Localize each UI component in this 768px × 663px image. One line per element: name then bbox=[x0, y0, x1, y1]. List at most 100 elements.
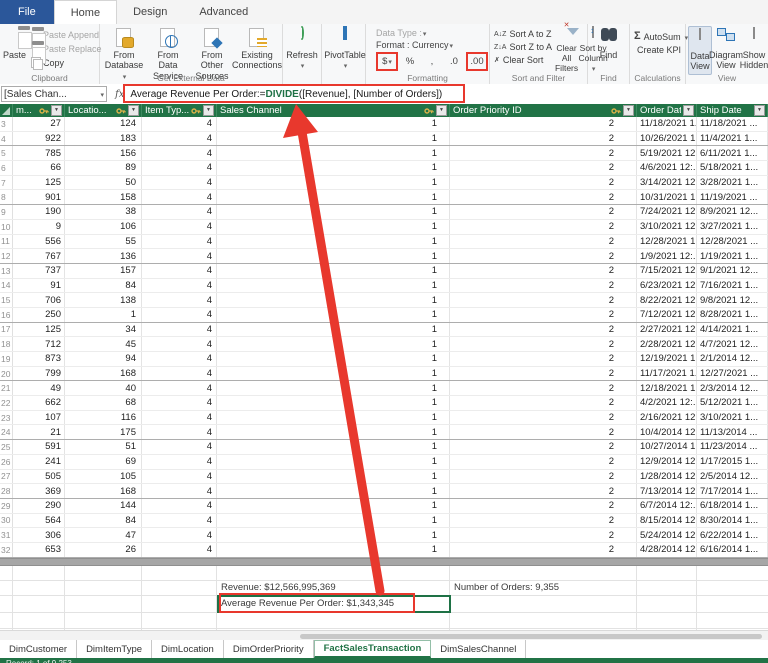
cell[interactable]: 1 bbox=[217, 528, 450, 542]
cell[interactable]: 4 bbox=[142, 528, 217, 542]
cell[interactable]: 1 bbox=[217, 396, 450, 410]
filter-dropdown-icon[interactable]: ▼ bbox=[623, 105, 634, 116]
cell[interactable]: 2 bbox=[450, 352, 637, 366]
cell[interactable]: 2 bbox=[450, 308, 637, 322]
cell[interactable]: 306 bbox=[13, 528, 65, 542]
button-clear-sort[interactable]: ✗Clear Sort bbox=[492, 54, 554, 66]
cell[interactable]: 1 bbox=[217, 146, 450, 160]
cell[interactable]: 1 bbox=[217, 308, 450, 322]
thousands-separator-button[interactable]: , bbox=[422, 53, 442, 70]
row-number[interactable]: 25 bbox=[0, 440, 13, 454]
cell[interactable]: 2/1/2014 12... bbox=[697, 352, 768, 366]
cell[interactable]: 4 bbox=[142, 176, 217, 190]
cell[interactable]: 4/2/2021 12:... bbox=[637, 396, 697, 410]
cell[interactable]: 1 bbox=[217, 190, 450, 204]
cell[interactable]: 7/17/2014 1... bbox=[697, 484, 768, 498]
cell[interactable]: 2 bbox=[450, 411, 637, 425]
cell[interactable]: 1 bbox=[217, 293, 450, 307]
cell[interactable]: 2 bbox=[450, 176, 637, 190]
cell[interactable]: 1 bbox=[217, 337, 450, 351]
cell[interactable]: 1/17/2015 1... bbox=[697, 455, 768, 469]
name-box-caret-icon[interactable] bbox=[99, 89, 104, 100]
row-number[interactable]: 28 bbox=[0, 484, 13, 498]
cell[interactable]: 4/7/2021 12... bbox=[697, 337, 768, 351]
cell[interactable]: 8/9/2021 12... bbox=[697, 205, 768, 219]
cell[interactable]: 51 bbox=[65, 440, 142, 454]
cell[interactable]: 4 bbox=[142, 381, 217, 395]
cell[interactable]: 1 bbox=[217, 440, 450, 454]
row-number[interactable]: 11 bbox=[0, 235, 13, 249]
cell[interactable]: 2 bbox=[450, 249, 637, 263]
cell[interactable]: 69 bbox=[65, 455, 142, 469]
cell[interactable]: 12/9/2014 12... bbox=[637, 455, 697, 469]
cell[interactable]: 5/12/2021 1... bbox=[697, 396, 768, 410]
name-box[interactable]: [Sales Chan... bbox=[1, 86, 107, 102]
cell[interactable]: 2 bbox=[450, 220, 637, 234]
cell[interactable]: 4 bbox=[142, 411, 217, 425]
cell[interactable]: 40 bbox=[65, 381, 142, 395]
cell[interactable]: 125 bbox=[13, 323, 65, 337]
cell[interactable]: 175 bbox=[65, 425, 142, 439]
row-number[interactable]: 32 bbox=[0, 543, 13, 557]
cell[interactable]: 6/18/2014 1... bbox=[697, 499, 768, 513]
cell[interactable]: 2 bbox=[450, 455, 637, 469]
cell[interactable]: 785 bbox=[13, 146, 65, 160]
column-header-locatio[interactable]: Locatio...▼ bbox=[65, 104, 142, 117]
paste-button[interactable]: Paste bbox=[2, 26, 27, 62]
cell[interactable]: 27 bbox=[13, 117, 65, 131]
row-number[interactable]: 8 bbox=[0, 190, 13, 204]
cell[interactable]: 2 bbox=[450, 381, 637, 395]
filter-dropdown-icon[interactable]: ▼ bbox=[203, 105, 214, 116]
cell[interactable]: 10/4/2014 12... bbox=[637, 425, 697, 439]
cell[interactable]: 1 bbox=[217, 117, 450, 131]
cell[interactable]: 5/18/2021 1... bbox=[697, 161, 768, 175]
cell[interactable]: 1 bbox=[217, 132, 450, 146]
cell[interactable]: 11/13/2014 ... bbox=[697, 425, 768, 439]
cell[interactable]: 1 bbox=[217, 249, 450, 263]
cell[interactable]: 12/28/2021 1... bbox=[637, 235, 697, 249]
cell[interactable]: 4/28/2014 12... bbox=[637, 543, 697, 557]
cell[interactable]: 4 bbox=[142, 235, 217, 249]
column-header-m[interactable]: m...▼ bbox=[13, 104, 65, 117]
row-number[interactable]: 10 bbox=[0, 220, 13, 234]
cell[interactable]: 2 bbox=[450, 499, 637, 513]
cell[interactable]: 6/16/2014 1... bbox=[697, 543, 768, 557]
row-number[interactable]: 18 bbox=[0, 337, 13, 351]
sheet-tab-dimsaleschannel[interactable]: DimSalesChannel bbox=[431, 640, 526, 658]
cell[interactable]: 6/7/2014 12:... bbox=[637, 499, 697, 513]
cell[interactable]: 8/22/2021 12... bbox=[637, 293, 697, 307]
sheet-tab-factsalestransaction[interactable]: FactSalesTransaction bbox=[314, 640, 432, 658]
row-number[interactable]: 26 bbox=[0, 455, 13, 469]
cell[interactable]: 91 bbox=[13, 279, 65, 293]
cell[interactable]: 2 bbox=[450, 543, 637, 557]
cell[interactable]: 3/27/2021 1... bbox=[697, 220, 768, 234]
cell[interactable]: 4 bbox=[142, 455, 217, 469]
cell[interactable]: 168 bbox=[65, 484, 142, 498]
cell[interactable]: 168 bbox=[65, 367, 142, 381]
row-number[interactable]: 29 bbox=[0, 499, 13, 513]
cell[interactable]: 4 bbox=[142, 161, 217, 175]
cell[interactable]: 50 bbox=[65, 176, 142, 190]
cell[interactable]: 901 bbox=[13, 190, 65, 204]
cell[interactable]: 564 bbox=[13, 514, 65, 528]
cell[interactable]: 1 bbox=[217, 411, 450, 425]
cell[interactable]: 10/26/2021 1... bbox=[637, 132, 697, 146]
cell[interactable]: 4 bbox=[142, 543, 217, 557]
cell[interactable]: 138 bbox=[65, 293, 142, 307]
cell[interactable]: 7/15/2021 12... bbox=[637, 264, 697, 278]
cell[interactable]: 125 bbox=[13, 176, 65, 190]
button-show-hidden[interactable]: Show Hidden bbox=[740, 26, 768, 73]
column-header-order-priority-id[interactable]: Order Priority ID▼ bbox=[450, 104, 637, 117]
cell[interactable]: 3/10/2021 12... bbox=[637, 220, 697, 234]
format-dropdown[interactable]: Format : Currency bbox=[376, 40, 483, 50]
cell[interactable]: 1 bbox=[217, 425, 450, 439]
row-number[interactable]: 12 bbox=[0, 249, 13, 263]
cell[interactable]: 712 bbox=[13, 337, 65, 351]
cell[interactable]: 4 bbox=[142, 264, 217, 278]
refresh-button[interactable]: Refresh bbox=[285, 26, 319, 73]
cell[interactable]: 4 bbox=[142, 367, 217, 381]
cell[interactable]: 7/13/2014 12... bbox=[637, 484, 697, 498]
cell[interactable]: 4 bbox=[142, 205, 217, 219]
row-number[interactable]: 30 bbox=[0, 514, 13, 528]
cell[interactable]: 6/23/2021 12... bbox=[637, 279, 697, 293]
